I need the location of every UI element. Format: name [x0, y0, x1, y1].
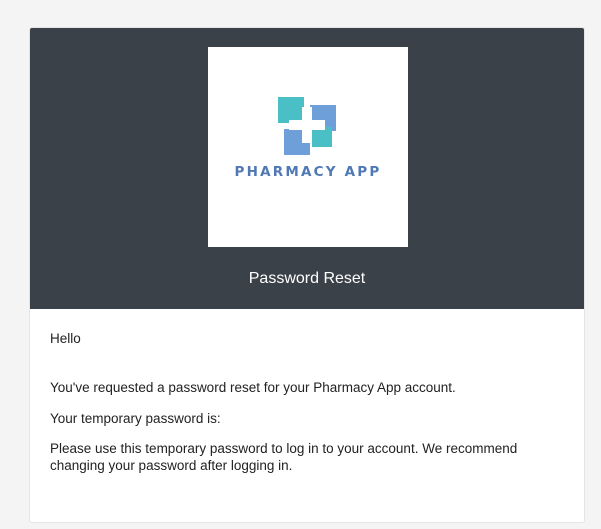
- temporary-password-label: Your temporary password is:: [50, 411, 221, 426]
- email-header: PHARMACY APP Password Reset: [30, 28, 584, 309]
- brand-logo-text: PHARMACY APP: [234, 164, 382, 180]
- medical-cross-logo-icon: [278, 97, 336, 155]
- instructions-text: Please use this temporary password to lo…: [50, 441, 518, 473]
- email-card: PHARMACY APP Password Reset Hello You've…: [29, 27, 585, 523]
- email-title: Password Reset: [248, 270, 366, 287]
- greeting-text: Hello: [50, 331, 81, 346]
- logo-container: PHARMACY APP: [208, 47, 408, 247]
- reset-request-text: You've requested a password reset for yo…: [50, 380, 456, 395]
